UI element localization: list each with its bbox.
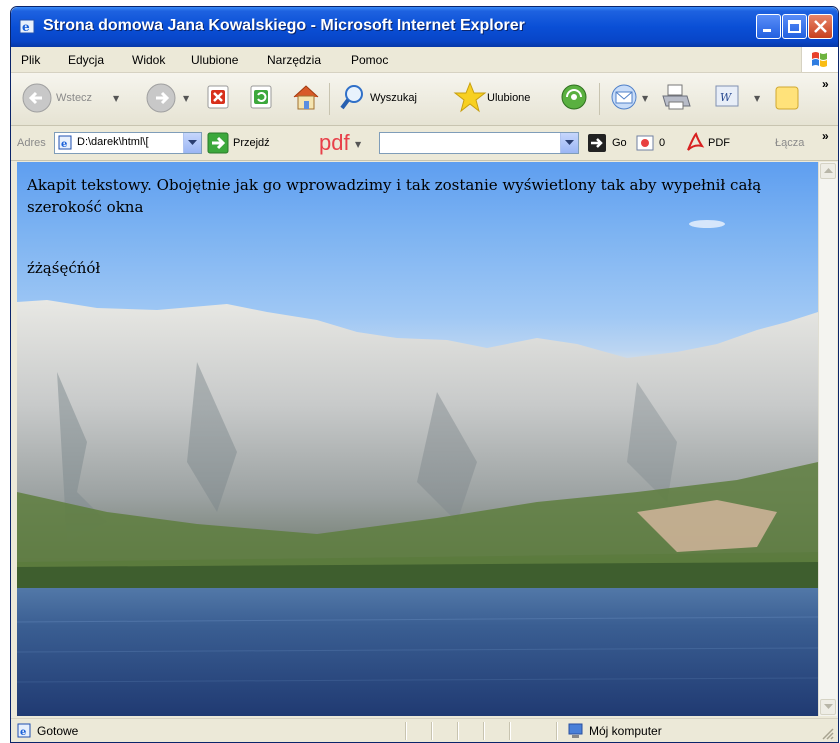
- popup-count: 0: [659, 137, 666, 149]
- windows-flag-icon: [801, 47, 838, 72]
- close-icon: [814, 20, 827, 33]
- stop-icon[interactable]: [206, 84, 232, 112]
- forward-dropdown-icon[interactable]: ▼: [183, 94, 189, 103]
- status-separator: [431, 722, 432, 740]
- window-title: Strona domowa Jana Kowalskiego - Microso…: [43, 17, 525, 34]
- minimize-icon: [763, 29, 771, 32]
- browser-window: e Strona domowa Jana Kowalskiego - Micro…: [10, 6, 839, 743]
- search-box-input[interactable]: [379, 132, 579, 154]
- toolbar-separator: [599, 83, 600, 115]
- status-separator: [556, 722, 557, 740]
- address-value: D:\darek\html\[: [77, 136, 149, 148]
- refresh-icon[interactable]: [249, 84, 275, 112]
- page-status-icon: e: [17, 723, 31, 738]
- toolbar-separator: [329, 83, 330, 115]
- pdf-logo[interactable]: pdf: [319, 130, 350, 156]
- menu-file[interactable]: Plik: [21, 53, 40, 67]
- links-chevron-icon[interactable]: »: [822, 129, 829, 143]
- chevron-down-icon: [824, 704, 833, 709]
- menu-view[interactable]: Widok: [132, 53, 165, 67]
- notes-icon[interactable]: [774, 85, 802, 113]
- status-text: Gotowe: [37, 724, 79, 738]
- special-characters-text: źżąśęćńół: [27, 259, 101, 277]
- address-input[interactable]: e D:\darek\html\[: [54, 132, 202, 154]
- resize-grip-icon[interactable]: [821, 727, 835, 741]
- menu-bar: Plik Edycja Widok Ulubione Narzędzia Pom…: [11, 47, 838, 73]
- home-icon[interactable]: [291, 82, 321, 112]
- go-arrow-icon[interactable]: [207, 132, 229, 154]
- acrobat-icon[interactable]: [684, 132, 706, 154]
- mail-dropdown-icon[interactable]: ▼: [642, 94, 648, 103]
- status-bar: e Gotowe Mój komputer: [11, 718, 838, 742]
- close-button[interactable]: [808, 14, 833, 39]
- toolbar-chevron-icon[interactable]: »: [822, 77, 829, 91]
- my-computer-icon: [568, 723, 583, 738]
- search-dropdown-button[interactable]: [560, 133, 578, 153]
- ie-logo-icon: e: [19, 19, 35, 34]
- status-separator: [483, 722, 484, 740]
- go-black-arrow-icon[interactable]: [587, 133, 607, 153]
- vertical-scrollbar[interactable]: [818, 162, 837, 716]
- favorites-star-icon[interactable]: [453, 81, 487, 113]
- popup-blocker-icon[interactable]: [634, 132, 656, 154]
- links-label[interactable]: Łącza: [775, 137, 804, 149]
- mountain-landscape-image: [17, 220, 818, 716]
- status-separator: [405, 722, 406, 740]
- svg-text:e: e: [22, 20, 30, 34]
- back-dropdown-icon[interactable]: ▼: [113, 94, 119, 103]
- zone-text: Mój komputer: [589, 724, 662, 738]
- page-content: Akapit tekstowy. Obojętnie jak go wprowa…: [17, 162, 818, 716]
- status-separator: [457, 722, 458, 740]
- svg-text:W: W: [720, 91, 733, 104]
- media-icon[interactable]: [559, 82, 589, 112]
- favorites-button-label[interactable]: Ulubione: [487, 92, 530, 104]
- back-arrow-icon[interactable]: [21, 82, 53, 114]
- chevron-down-icon: [565, 140, 574, 145]
- menu-edit[interactable]: Edycja: [68, 53, 104, 67]
- chevron-down-icon: [188, 140, 197, 145]
- go-button-label[interactable]: Przejdź: [233, 137, 270, 149]
- search-icon[interactable]: [338, 82, 368, 112]
- menu-help[interactable]: Pomoc: [351, 53, 388, 67]
- edit-word-icon[interactable]: W: [714, 84, 742, 110]
- chevron-up-icon: [824, 168, 833, 173]
- page-icon: e: [58, 135, 72, 150]
- address-bar: Adres e D:\darek\html\[ Przejdź pdf ▼ Go…: [11, 126, 838, 161]
- maximize-button[interactable]: [782, 14, 807, 39]
- paragraph-text: Akapit tekstowy. Obojętnie jak go wprowa…: [27, 176, 762, 216]
- pdf-dropdown-icon[interactable]: ▼: [355, 140, 361, 149]
- forward-arrow-icon[interactable]: [145, 82, 177, 114]
- menu-favorites[interactable]: Ulubione: [191, 53, 238, 67]
- title-bar[interactable]: e Strona domowa Jana Kowalskiego - Micro…: [11, 7, 838, 47]
- go2-button-label[interactable]: Go: [612, 137, 627, 149]
- search-button-label[interactable]: Wyszukaj: [370, 92, 417, 104]
- address-label: Adres: [17, 137, 46, 149]
- menu-tools[interactable]: Narzędzia: [267, 53, 321, 67]
- svg-text:e: e: [20, 727, 26, 738]
- back-button-label[interactable]: Wstecz: [56, 92, 92, 104]
- mail-icon[interactable]: [609, 82, 639, 112]
- print-icon[interactable]: [660, 82, 692, 112]
- svg-text:e: e: [61, 139, 67, 150]
- edit-dropdown-icon[interactable]: ▼: [754, 94, 760, 103]
- scroll-up-button[interactable]: [820, 163, 836, 179]
- pdf-button-label[interactable]: PDF: [708, 137, 730, 149]
- status-separator: [509, 722, 510, 740]
- minimize-button[interactable]: [756, 14, 781, 39]
- maximize-icon: [788, 20, 801, 33]
- standard-toolbar: Wstecz ▼ ▼ Wyszukaj Ulubione ▼ W ▼ »: [11, 73, 838, 126]
- address-dropdown-button[interactable]: [183, 133, 201, 153]
- scroll-down-button[interactable]: [820, 699, 836, 715]
